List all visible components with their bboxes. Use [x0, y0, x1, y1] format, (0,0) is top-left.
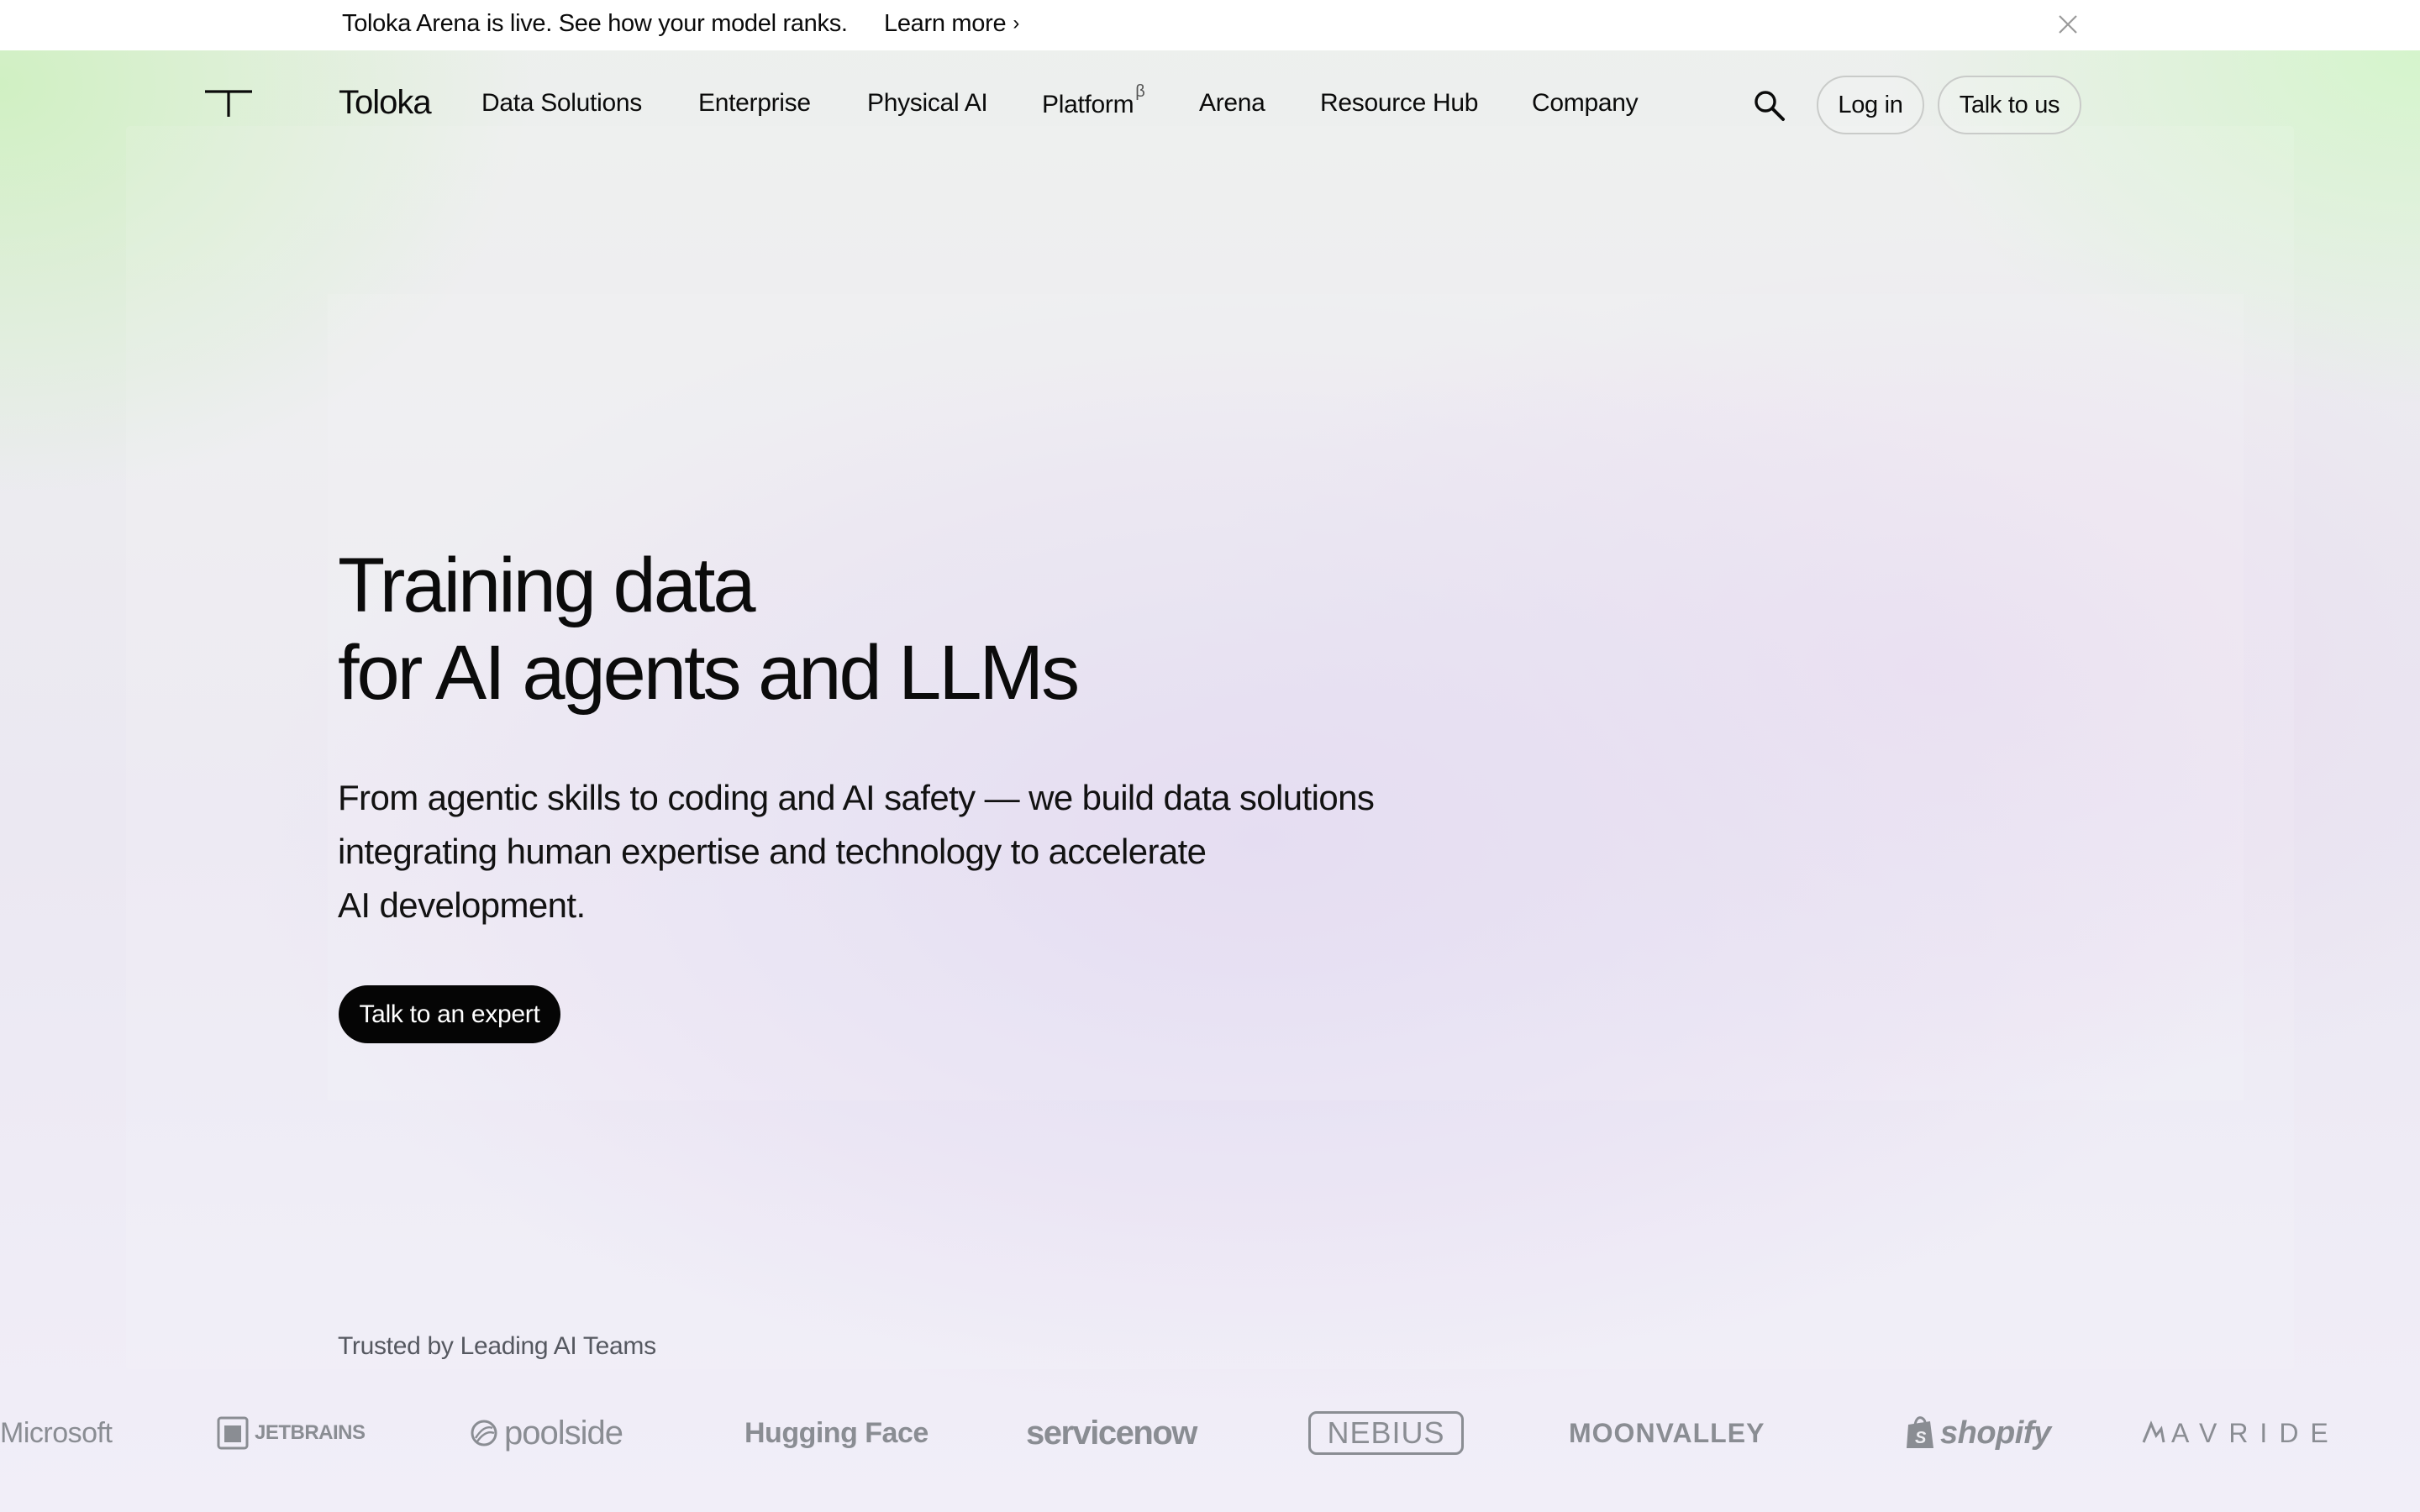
- nav-label: Data Solutions: [481, 89, 642, 117]
- avride-logo: AVRIDE: [2141, 1410, 2340, 1457]
- nav-item-platform[interactable]: Platform β: [1042, 82, 1145, 119]
- nav-item-physical-ai[interactable]: Physical AI: [867, 89, 988, 118]
- beta-badge: β: [1135, 82, 1145, 101]
- jetbrains-logo: JETBRAINS: [216, 1410, 366, 1457]
- poolside-logo-text: poolside: [504, 1414, 623, 1452]
- nav-item-enterprise[interactable]: Enterprise: [698, 89, 811, 118]
- cta-label: Talk to an expert: [359, 1000, 540, 1028]
- nav-label: Company: [1532, 89, 1639, 117]
- hero-title-line2: for AI agents and LLMs: [338, 630, 1080, 716]
- hero-title: Training data for AI agents and LLMs: [338, 542, 1080, 717]
- nebius-logo: NEBIUS: [1308, 1411, 1464, 1455]
- servicenow-logo-text: servicenow: [1026, 1414, 1197, 1452]
- servicenow-logo: servicenow: [1026, 1410, 1197, 1457]
- nav-item-resource-hub[interactable]: Resource Hub: [1320, 89, 1478, 118]
- hero-title-line1: Training data: [338, 543, 756, 628]
- login-label: Log in: [1838, 91, 1903, 118]
- page: Toloka Arena is live. See how your model…: [0, 0, 2420, 1512]
- hero-subtitle: From agentic skills to coding and AI saf…: [338, 771, 1375, 932]
- nav-label: Resource Hub: [1320, 89, 1479, 117]
- svg-text:S: S: [1915, 1429, 1927, 1447]
- avride-mark-icon: [2142, 1420, 2165, 1443]
- nav-item-data-solutions[interactable]: Data Solutions: [481, 89, 642, 118]
- avride-logo-text: AVRIDE: [2171, 1417, 2340, 1448]
- trusted-heading: Trusted by Leading AI Teams: [338, 1332, 656, 1360]
- search-icon[interactable]: [1751, 87, 1788, 124]
- poolside-logo: poolside: [469, 1410, 623, 1457]
- jetbrains-logo-text: JETBRAINS: [255, 1421, 366, 1444]
- learn-more-link[interactable]: Learn more ›: [884, 10, 1019, 38]
- microsoft-logo-text: Microsoft: [0, 1416, 113, 1449]
- brand-name[interactable]: Toloka: [339, 84, 432, 122]
- toloka-t-logo-icon[interactable]: [203, 89, 254, 118]
- poolside-mark-icon: [471, 1420, 497, 1446]
- announcement-bar: Toloka Arena is live. See how your model…: [0, 0, 2420, 50]
- hugging-face-logo: Hugging Face: [744, 1410, 929, 1457]
- chevron-right-icon: ›: [1013, 12, 1020, 34]
- microsoft-logo: Microsoft: [0, 1410, 113, 1457]
- hero-subtitle-line2: integrating human expertise and technolo…: [338, 832, 1207, 871]
- jetbrains-mark-icon: [217, 1416, 249, 1450]
- moonvalley-logo: MOONVALLEY: [1569, 1410, 1765, 1457]
- shopify-logo-text: shopify: [1940, 1415, 2051, 1451]
- nav-label: Enterprise: [698, 89, 811, 117]
- login-button[interactable]: Log in: [1817, 76, 1924, 134]
- nebius-logo-text: NEBIUS: [1327, 1415, 1445, 1450]
- talk-to-us-label: Talk to us: [1959, 91, 2060, 118]
- learn-more-label: Learn more: [884, 10, 1007, 37]
- nav-item-arena[interactable]: Arena: [1199, 89, 1265, 118]
- nav-item-company[interactable]: Company: [1532, 89, 1639, 118]
- nav-label: Physical AI: [867, 89, 988, 117]
- nav-label: Platform: [1042, 91, 1134, 118]
- hugging-face-logo-text: Hugging Face: [744, 1416, 929, 1449]
- announcement-text: Toloka Arena is live. See how your model…: [342, 10, 848, 37]
- talk-to-expert-button[interactable]: Talk to an expert: [339, 985, 560, 1043]
- nav-label: Arena: [1199, 89, 1265, 117]
- close-icon[interactable]: [2055, 12, 2081, 37]
- talk-to-us-button[interactable]: Talk to us: [1938, 76, 2081, 134]
- shopify-bag-icon: S: [1907, 1416, 1933, 1448]
- shopify-logo: S shopify: [1905, 1410, 2051, 1457]
- hero-subtitle-line1: From agentic skills to coding and AI saf…: [338, 778, 1375, 817]
- hero-subtitle-line3: AI development.: [338, 885, 586, 925]
- moonvalley-logo-text: MOONVALLEY: [1569, 1417, 1765, 1448]
